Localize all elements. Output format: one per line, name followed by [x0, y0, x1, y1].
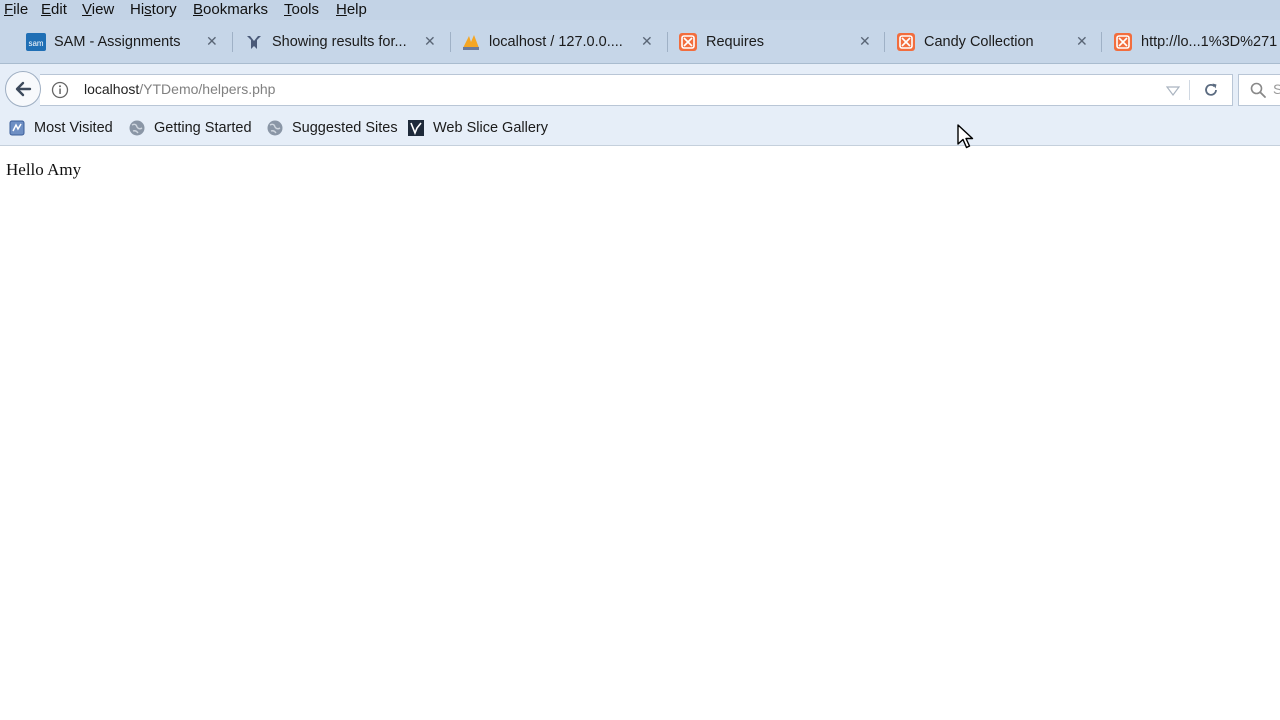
tab-title: Candy Collection — [924, 33, 1034, 50]
tab-strip: sam SAM - Assignments ✕ Showing results … — [0, 20, 1280, 64]
menu-bar: File Edit View History Bookmarks Tools H… — [0, 0, 1280, 20]
tab-title: Showing results for... — [272, 33, 407, 50]
sam-favicon-text: sam — [28, 39, 43, 48]
tab-separator — [667, 32, 668, 52]
xampp-favicon-icon — [896, 32, 916, 52]
tab-http-localhost[interactable]: http://lo...1%3D%271 — [1113, 20, 1280, 63]
mouse-cursor-icon — [956, 123, 976, 156]
tab-close-icon[interactable]: ✕ — [859, 33, 871, 50]
menu-help[interactable]: Help — [336, 1, 367, 19]
bookmark-suggested-sites[interactable]: Suggested Sites — [266, 119, 398, 137]
tab-separator — [232, 32, 233, 52]
menu-mnemonic: s — [144, 1, 152, 18]
menu-label: elp — [346, 1, 367, 18]
xampp-favicon-icon — [678, 32, 698, 52]
tab-requires[interactable]: Requires ✕ — [678, 20, 878, 63]
dropdown-icon[interactable] — [1165, 84, 1181, 102]
menu-label: ookmarks — [203, 1, 269, 18]
page-content: Hello Amy — [0, 146, 1280, 720]
bookmarks-toolbar: Most Visited Getting Started Suggested S… — [0, 114, 1280, 146]
menu-tools[interactable]: Tools — [284, 1, 319, 19]
tab-phpmyadmin[interactable]: localhost / 127.0.0.... ✕ — [461, 20, 661, 63]
bookmark-most-visited[interactable]: Most Visited — [8, 119, 113, 137]
url-host: localhost — [84, 81, 140, 97]
menu-label: ools — [291, 1, 320, 18]
tab-close-icon[interactable]: ✕ — [424, 33, 436, 50]
bookmark-label: Suggested Sites — [292, 120, 398, 136]
menu-mnemonic: H — [336, 1, 347, 18]
globe-icon — [266, 119, 284, 137]
tab-candy-collection[interactable]: Candy Collection ✕ — [896, 20, 1096, 63]
menu-history[interactable]: History — [130, 1, 177, 19]
menu-mnemonic: E — [41, 1, 52, 18]
menu-mnemonic: B — [193, 1, 204, 18]
tab-title: localhost / 127.0.0.... — [489, 33, 623, 50]
menu-mnemonic: V — [82, 1, 92, 18]
back-arrow-icon — [15, 81, 32, 97]
url-bar[interactable]: localhost/YTDemo/helpers.php — [40, 74, 1233, 106]
search-box[interactable]: S — [1238, 74, 1280, 106]
back-button[interactable] — [5, 71, 41, 107]
phpmyadmin-favicon-icon — [461, 32, 481, 52]
url-text: localhost/YTDemo/helpers.php — [84, 81, 275, 97]
sam-favicon-icon: sam — [26, 32, 46, 52]
tab-close-icon[interactable]: ✕ — [641, 33, 653, 50]
tab-close-icon[interactable]: ✕ — [1076, 33, 1088, 50]
url-divider — [1189, 80, 1190, 100]
tab-title: SAM - Assignments — [54, 33, 181, 50]
navigation-bar: localhost/YTDemo/helpers.php S — [0, 64, 1280, 114]
reload-icon[interactable] — [1202, 81, 1220, 104]
bookmark-web-slice-gallery[interactable]: Web Slice Gallery — [407, 119, 548, 137]
tab-title: Requires — [706, 33, 765, 50]
menu-edit[interactable]: Edit — [41, 1, 67, 19]
search-icon — [1249, 81, 1267, 104]
menu-label: iew — [91, 1, 115, 18]
unicorn-favicon-icon — [244, 32, 264, 52]
menu-label: ile — [13, 1, 29, 18]
bookmark-label: Web Slice Gallery — [433, 120, 548, 136]
menu-label: Hi — [130, 1, 145, 18]
bookmark-getting-started[interactable]: Getting Started — [128, 119, 252, 137]
menu-view[interactable]: View — [82, 1, 114, 19]
globe-icon — [128, 119, 146, 137]
menu-mnemonic: T — [284, 1, 292, 18]
tab-close-icon[interactable]: ✕ — [206, 33, 218, 50]
tab-separator — [450, 32, 451, 52]
url-path: /YTDemo/helpers.php — [139, 81, 276, 97]
page-text: Hello Amy — [6, 160, 82, 179]
tab-showing-results[interactable]: Showing results for... ✕ — [244, 20, 444, 63]
tab-separator — [1101, 32, 1102, 52]
menu-label: dit — [51, 1, 67, 18]
tab-title: http://lo...1%3D%271 — [1141, 33, 1278, 50]
web-slice-icon — [407, 119, 425, 137]
menu-file[interactable]: File — [4, 1, 28, 19]
tab-sam-assignments[interactable]: sam SAM - Assignments ✕ — [26, 20, 226, 63]
search-placeholder: S — [1273, 81, 1280, 97]
tab-separator — [884, 32, 885, 52]
menu-mnemonic: F — [4, 1, 14, 18]
most-visited-icon — [8, 119, 26, 137]
bookmark-label: Most Visited — [34, 120, 113, 136]
menu-bookmarks[interactable]: Bookmarks — [193, 1, 268, 19]
info-icon[interactable] — [51, 81, 69, 104]
bookmark-label: Getting Started — [154, 120, 252, 136]
menu-label: tory — [151, 1, 177, 18]
xampp-favicon-icon — [1113, 32, 1133, 52]
